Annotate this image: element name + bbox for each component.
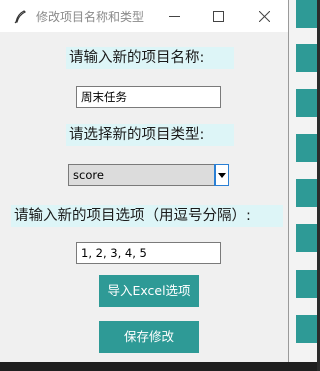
background-tile [296,0,317,28]
project-options-label: 请输入新的项目选项（用逗号分隔）: [11,205,283,227]
background-tile [296,134,317,162]
import-excel-button[interactable]: 导入Excel选项 [99,275,199,307]
chevron-down-icon[interactable] [214,164,229,186]
feather-icon [13,9,27,24]
maximize-button[interactable] [196,0,240,32]
project-options-input[interactable] [76,242,221,264]
project-name-label: 请输入新的项目名称: [66,47,234,69]
project-name-input[interactable] [76,86,221,108]
background-tile [296,270,317,298]
background-tile [296,44,317,72]
background-tile [296,89,317,117]
background-tile [296,179,317,207]
window-title: 修改项目名称和类型 [36,10,145,24]
project-type-value: score [73,168,104,182]
background-tile [296,224,317,252]
background-tile [296,315,317,343]
minimize-button[interactable] [152,0,196,32]
save-button[interactable]: 保存修改 [99,321,199,353]
title-bar[interactable]: 修改项目名称和类型 [0,0,288,32]
minimize-icon [168,7,180,26]
close-button[interactable] [242,0,286,32]
project-type-label: 请选择新的项目类型: [66,124,234,146]
close-icon [258,7,270,26]
project-type-select[interactable]: score [68,164,229,186]
edit-project-dialog: 修改项目名称和类型 请输入新的项目名称: 请选择新的项目类型: score 请输… [0,0,289,362]
taskbar-edge [0,362,317,371]
maximize-icon [212,7,224,26]
